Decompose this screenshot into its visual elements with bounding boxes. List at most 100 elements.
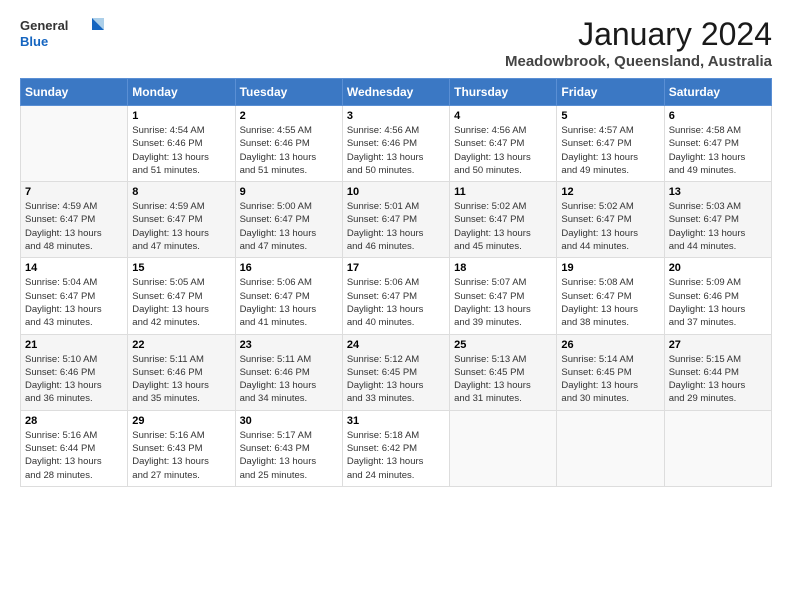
day-number: 10 (347, 186, 445, 198)
day-number: 16 (240, 262, 338, 274)
calendar-cell: 31Sunrise: 5:18 AM Sunset: 6:42 PM Dayli… (342, 410, 449, 486)
calendar-cell: 2 Sunrise: 4:55 AM Sunset: 6:46 PM Daylig… (235, 106, 342, 182)
day-detail: Sunrise: 4:56 AM Sunset: 6:47 PM Dayligh… (454, 124, 552, 177)
day-detail: Sunrise: 5:06 AM Sunset: 6:47 PM Dayligh… (347, 276, 445, 329)
day-detail: Sunrise: 4:56 AM Sunset: 6:46 PM Dayligh… (347, 124, 445, 177)
calendar-cell: 8Sunrise: 4:59 AM Sunset: 6:47 PM Daylig… (128, 182, 235, 258)
day-number: 26 (561, 339, 659, 351)
day-number: 20 (669, 262, 767, 274)
day-number: 13 (669, 186, 767, 198)
calendar-cell: 6 Sunrise: 4:58 AM Sunset: 6:47 PM Daylig… (664, 106, 771, 182)
col-saturday: Saturday (664, 79, 771, 106)
col-wednesday: Wednesday (342, 79, 449, 106)
calendar-cell: 16 Sunrise: 5:06 AM Sunset: 6:47 PM Dayli… (235, 258, 342, 334)
day-number: 31 (347, 415, 445, 427)
calendar-cell: 29Sunrise: 5:16 AM Sunset: 6:43 PM Dayli… (128, 410, 235, 486)
day-detail: Sunrise: 5:03 AM Sunset: 6:47 PM Dayligh… (669, 200, 767, 253)
day-number: 14 (25, 262, 123, 274)
day-detail: Sunrise: 4:57 AM Sunset: 6:47 PM Dayligh… (561, 124, 659, 177)
calendar-cell: 1 Sunrise: 4:54 AM Sunset: 6:46 PM Daylig… (128, 106, 235, 182)
day-detail: Sunrise: 5:11 AM Sunset: 6:46 PM Dayligh… (240, 353, 338, 406)
calendar-cell: 5 Sunrise: 4:57 AM Sunset: 6:47 PM Daylig… (557, 106, 664, 182)
day-detail: Sunrise: 5:09 AM Sunset: 6:46 PM Dayligh… (669, 276, 767, 329)
day-detail: Sunrise: 4:59 AM Sunset: 6:47 PM Dayligh… (25, 200, 123, 253)
calendar-cell: 14 Sunrise: 5:04 AM Sunset: 6:47 PM Dayli… (21, 258, 128, 334)
day-detail: Sunrise: 4:55 AM Sunset: 6:46 PM Dayligh… (240, 124, 338, 177)
day-number: 1 (132, 110, 230, 122)
calendar-cell (21, 106, 128, 182)
day-detail: Sunrise: 5:15 AM Sunset: 6:44 PM Dayligh… (669, 353, 767, 406)
day-detail: Sunrise: 5:02 AM Sunset: 6:47 PM Dayligh… (454, 200, 552, 253)
calendar-cell: 13 Sunrise: 5:03 AM Sunset: 6:47 PM Dayli… (664, 182, 771, 258)
calendar-cell (557, 410, 664, 486)
calendar-cell: 28Sunrise: 5:16 AM Sunset: 6:44 PM Dayli… (21, 410, 128, 486)
week-row-1: 1 Sunrise: 4:54 AM Sunset: 6:46 PM Daylig… (21, 106, 772, 182)
calendar-cell (664, 410, 771, 486)
day-detail: Sunrise: 5:02 AM Sunset: 6:47 PM Dayligh… (561, 200, 659, 253)
svg-text:General: General (20, 18, 68, 33)
day-number: 22 (132, 339, 230, 351)
day-number: 30 (240, 415, 338, 427)
day-number: 28 (25, 415, 123, 427)
day-detail: Sunrise: 5:07 AM Sunset: 6:47 PM Dayligh… (454, 276, 552, 329)
day-detail: Sunrise: 5:05 AM Sunset: 6:47 PM Dayligh… (132, 276, 230, 329)
col-monday: Monday (128, 79, 235, 106)
day-detail: Sunrise: 5:01 AM Sunset: 6:47 PM Dayligh… (347, 200, 445, 253)
svg-text:Blue: Blue (20, 34, 48, 49)
location-subtitle: Meadowbrook, Queensland, Australia (505, 53, 772, 70)
week-row-3: 14 Sunrise: 5:04 AM Sunset: 6:47 PM Dayli… (21, 258, 772, 334)
day-detail: Sunrise: 5:13 AM Sunset: 6:45 PM Dayligh… (454, 353, 552, 406)
calendar-cell: 11 Sunrise: 5:02 AM Sunset: 6:47 PM Dayli… (450, 182, 557, 258)
day-number: 11 (454, 186, 552, 198)
day-detail: Sunrise: 4:58 AM Sunset: 6:47 PM Dayligh… (669, 124, 767, 177)
month-year-title: January 2024 (505, 16, 772, 53)
day-detail: Sunrise: 5:14 AM Sunset: 6:45 PM Dayligh… (561, 353, 659, 406)
calendar-cell: 27Sunrise: 5:15 AM Sunset: 6:44 PM Dayli… (664, 334, 771, 410)
day-detail: Sunrise: 5:12 AM Sunset: 6:45 PM Dayligh… (347, 353, 445, 406)
calendar-cell: 19 Sunrise: 5:08 AM Sunset: 6:47 PM Dayli… (557, 258, 664, 334)
day-number: 12 (561, 186, 659, 198)
day-number: 19 (561, 262, 659, 274)
day-number: 15 (132, 262, 230, 274)
day-number: 5 (561, 110, 659, 122)
calendar-cell: 22Sunrise: 5:11 AM Sunset: 6:46 PM Dayli… (128, 334, 235, 410)
calendar-cell: 21 Sunrise: 5:10 AM Sunset: 6:46 PM Dayli… (21, 334, 128, 410)
week-row-4: 21 Sunrise: 5:10 AM Sunset: 6:46 PM Dayli… (21, 334, 772, 410)
calendar-cell: 3Sunrise: 4:56 AM Sunset: 6:46 PM Daylig… (342, 106, 449, 182)
day-detail: Sunrise: 5:10 AM Sunset: 6:46 PM Dayligh… (25, 353, 123, 406)
day-number: 29 (132, 415, 230, 427)
day-number: 17 (347, 262, 445, 274)
day-detail: Sunrise: 5:04 AM Sunset: 6:47 PM Dayligh… (25, 276, 123, 329)
day-number: 8 (132, 186, 230, 198)
day-number: 21 (25, 339, 123, 351)
col-thursday: Thursday (450, 79, 557, 106)
day-detail: Sunrise: 4:54 AM Sunset: 6:46 PM Dayligh… (132, 124, 230, 177)
day-number: 7 (25, 186, 123, 198)
day-number: 18 (454, 262, 552, 274)
day-number: 23 (240, 339, 338, 351)
day-number: 25 (454, 339, 552, 351)
calendar-cell: 30 Sunrise: 5:17 AM Sunset: 6:43 PM Dayli… (235, 410, 342, 486)
calendar-cell: 25 Sunrise: 5:13 AM Sunset: 6:45 PM Dayli… (450, 334, 557, 410)
calendar-cell: 9 Sunrise: 5:00 AM Sunset: 6:47 PM Daylig… (235, 182, 342, 258)
day-number: 9 (240, 186, 338, 198)
day-detail: Sunrise: 5:06 AM Sunset: 6:47 PM Dayligh… (240, 276, 338, 329)
calendar-cell: 12 Sunrise: 5:02 AM Sunset: 6:47 PM Dayli… (557, 182, 664, 258)
col-friday: Friday (557, 79, 664, 106)
calendar-cell: 10 Sunrise: 5:01 AM Sunset: 6:47 PM Dayli… (342, 182, 449, 258)
calendar-cell: 18 Sunrise: 5:07 AM Sunset: 6:47 PM Dayli… (450, 258, 557, 334)
calendar-cell: 7 Sunrise: 4:59 AM Sunset: 6:47 PM Daylig… (21, 182, 128, 258)
day-number: 4 (454, 110, 552, 122)
calendar-cell: 26 Sunrise: 5:14 AM Sunset: 6:45 PM Dayli… (557, 334, 664, 410)
day-detail: Sunrise: 5:17 AM Sunset: 6:43 PM Dayligh… (240, 429, 338, 482)
calendar-table: Sunday Monday Tuesday Wednesday Thursday… (20, 78, 772, 487)
calendar-cell: 20 Sunrise: 5:09 AM Sunset: 6:46 PM Dayli… (664, 258, 771, 334)
week-row-5: 28Sunrise: 5:16 AM Sunset: 6:44 PM Dayli… (21, 410, 772, 486)
day-detail: Sunrise: 5:00 AM Sunset: 6:47 PM Dayligh… (240, 200, 338, 253)
calendar-cell (450, 410, 557, 486)
day-number: 2 (240, 110, 338, 122)
calendar-cell: 24Sunrise: 5:12 AM Sunset: 6:45 PM Dayli… (342, 334, 449, 410)
day-detail: Sunrise: 5:08 AM Sunset: 6:47 PM Dayligh… (561, 276, 659, 329)
day-number: 6 (669, 110, 767, 122)
logo: General Blue (20, 16, 110, 52)
